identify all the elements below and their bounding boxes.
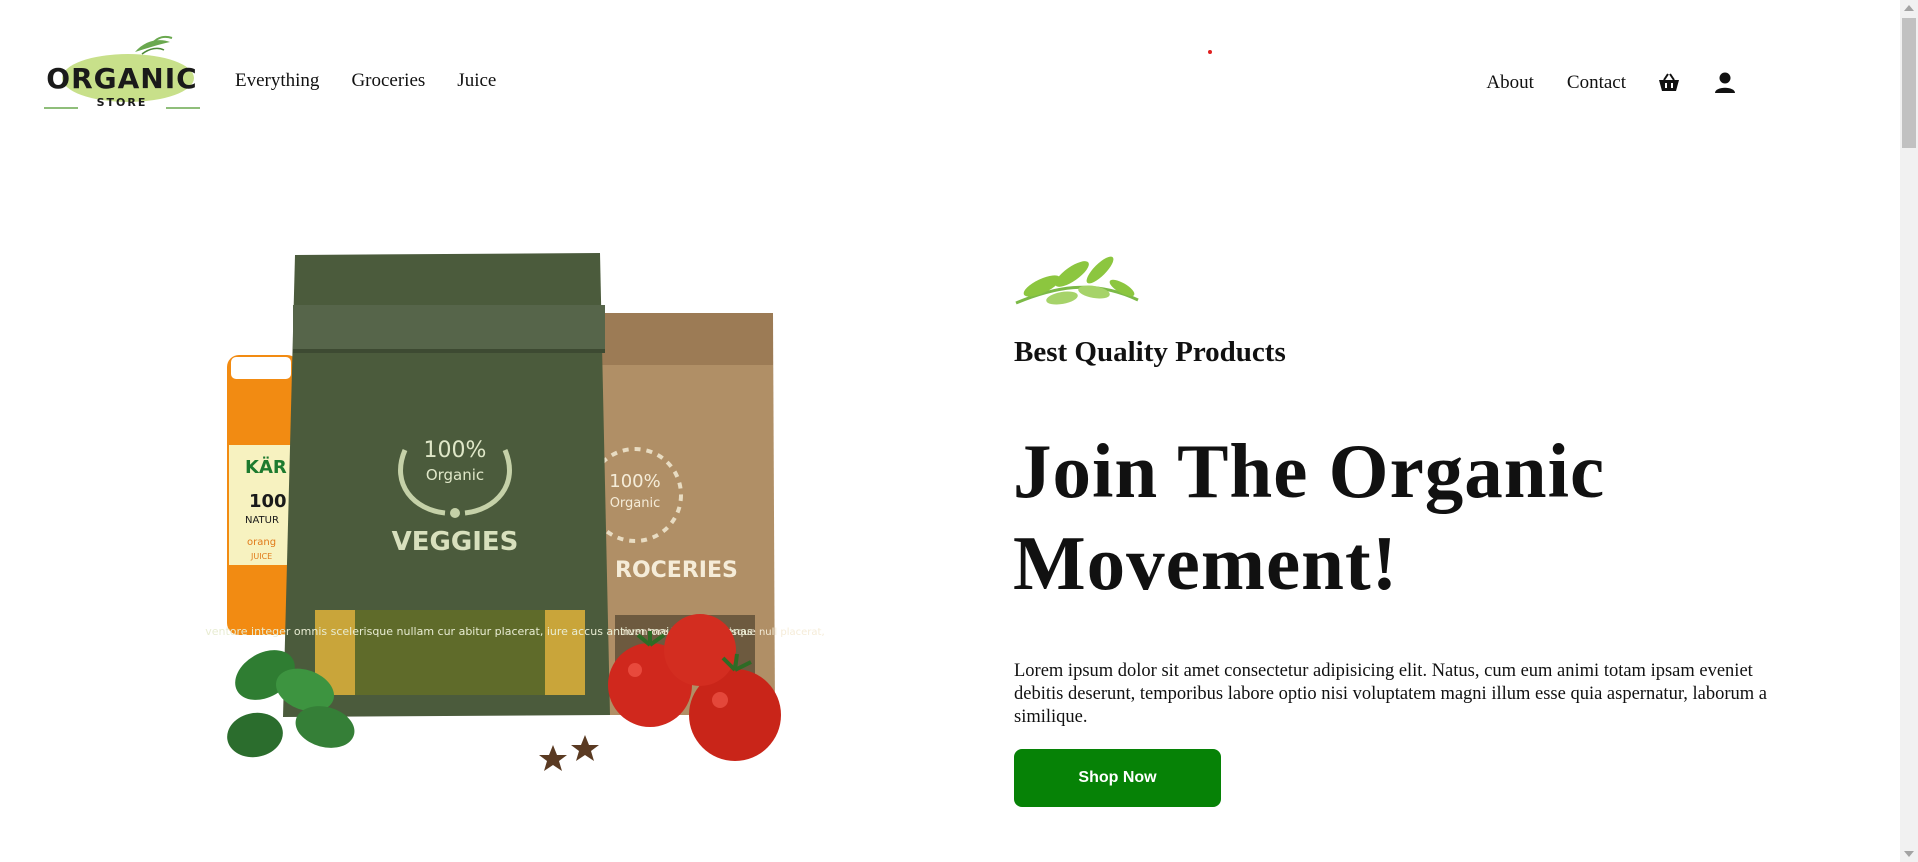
- user-icon[interactable]: [1712, 70, 1738, 96]
- svg-text:JUICE: JUICE: [250, 552, 272, 561]
- nav-link-juice[interactable]: Juice: [457, 70, 496, 92]
- scroll-up-icon[interactable]: [1904, 5, 1914, 11]
- secondary-nav: About Contact: [1453, 70, 1738, 96]
- svg-text:100%: 100%: [424, 438, 487, 463]
- svg-text:Organic: Organic: [610, 496, 661, 511]
- nav-link-contact[interactable]: Contact: [1567, 72, 1626, 94]
- scroll-thumb[interactable]: [1902, 18, 1916, 148]
- scroll-down-icon[interactable]: [1904, 851, 1914, 857]
- hero-product-image: KÄR 100 NATUR orang JUICE 100% Organic R…: [205, 253, 825, 771]
- nav-link-about[interactable]: About: [1486, 72, 1534, 94]
- nav-link-groceries[interactable]: Groceries: [351, 70, 425, 92]
- svg-text:100: 100: [249, 491, 287, 512]
- primary-nav: Everything Groceries Juice: [235, 70, 496, 92]
- svg-text:KÄR: KÄR: [245, 456, 287, 478]
- svg-text:100%: 100%: [609, 471, 660, 492]
- svg-text:STORE: STORE: [97, 96, 148, 109]
- svg-text:VEGGIES: VEGGIES: [392, 527, 519, 557]
- basket-icon[interactable]: [1656, 70, 1682, 96]
- hero-headline-line-2: Movement!: [1013, 520, 1399, 606]
- leaf-sprig-icon: [1015, 256, 1139, 305]
- svg-text:Organic: Organic: [426, 466, 484, 484]
- page-scrollbar[interactable]: [1900, 0, 1918, 862]
- hero-eyebrow: Best Quality Products: [1014, 336, 1286, 368]
- hero-description: Lorem ipsum dolor sit amet consectetur a…: [1014, 661, 1767, 727]
- svg-text:NATUR: NATUR: [245, 515, 279, 526]
- svg-text:ROCERIES: ROCERIES: [615, 558, 738, 583]
- hero-headline-line-1: Join The Organic: [1013, 428, 1606, 514]
- hero-headline: Join The Organic Movement!: [1013, 425, 1713, 609]
- nav-link-everything[interactable]: Everything: [235, 70, 319, 92]
- organic-store-logo[interactable]: ORGANIC STORE: [40, 34, 205, 114]
- star-anise: [539, 735, 599, 771]
- svg-text:orang: orang: [247, 537, 276, 548]
- svg-text:ORGANIC: ORGANIC: [46, 62, 197, 95]
- shop-now-button[interactable]: Shop Now: [1014, 749, 1221, 807]
- status-dot: [1208, 50, 1212, 54]
